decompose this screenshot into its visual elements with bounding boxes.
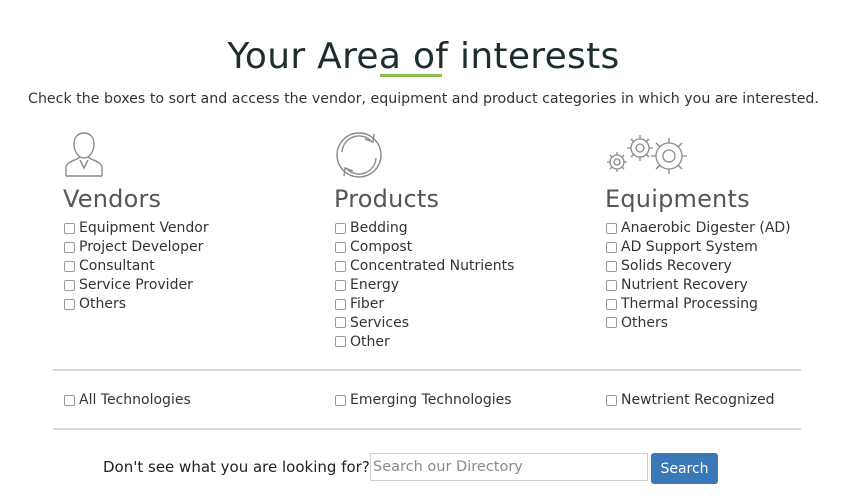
vendors-column: Vendors Equipment Vendor Project Develop… [63,130,323,313]
equipment-option[interactable]: Nutrient Recovery [605,276,847,295]
vendor-option[interactable]: Others [63,295,323,314]
option-label: Fiber [350,296,385,312]
option-label: Anaerobic Digester (AD) [621,220,791,237]
option-label: Newtrient Recognized [621,392,775,409]
products-heading: Products [334,185,440,213]
products-options: Bedding Compost Concentrated Nutrients E… [334,219,594,351]
checkbox[interactable] [64,222,75,234]
checkbox[interactable] [64,279,75,291]
checkbox[interactable] [335,241,346,253]
search-button[interactable]: Search [651,453,718,484]
search-input[interactable] [370,453,648,481]
checkbox[interactable] [335,298,346,310]
equipment-option[interactable]: AD Support System [605,238,847,257]
products-column: Products Bedding Compost Concentrated Nu… [334,130,594,351]
equipment-option[interactable]: Thermal Processing [605,295,847,314]
option-label: Concentrated Nutrients [350,258,515,275]
vendors-heading: Vendors [63,185,162,213]
option-label: AD Support System [621,239,758,256]
search-prompt: Don't see what you are looking for? [103,458,370,476]
option-label: Others [79,296,127,312]
product-option[interactable]: Other [334,332,594,351]
option-label: Equipment Vendor [79,220,209,237]
technology-option-all[interactable]: All Technologies [63,391,191,410]
equipment-option[interactable]: Others [605,313,847,332]
product-option[interactable]: Concentrated Nutrients [334,257,594,276]
equipments-options: Anaerobic Digester (AD) AD Support Syste… [605,219,847,332]
equipment-option[interactable]: Solids Recovery [605,257,847,276]
checkbox[interactable] [606,222,617,234]
option-label: Thermal Processing [621,296,758,312]
checkbox[interactable] [606,298,617,310]
checkbox[interactable] [335,394,346,406]
option-label: Nutrient Recovery [621,277,748,294]
checkbox[interactable] [335,336,346,348]
option-label: Compost [350,239,413,256]
product-option[interactable]: Energy [334,276,594,295]
checkbox[interactable] [64,394,75,406]
checkbox[interactable] [606,241,617,253]
checkbox[interactable] [606,260,617,272]
equipments-column: Equipments Anaerobic Digester (AD) AD Su… [605,130,847,332]
option-label: Energy [350,277,400,294]
option-label: All Technologies [79,392,191,409]
checkbox[interactable] [335,260,346,272]
page-title: Your Area of interests [227,36,620,78]
gears-icon [607,135,687,174]
title-underline [380,74,442,77]
checkbox[interactable] [64,298,75,310]
checkbox[interactable] [335,317,346,329]
vendors-options: Equipment Vendor Project Developer Consu… [63,219,323,313]
vendor-option[interactable]: Equipment Vendor [63,219,323,238]
option-label: Others [621,314,669,331]
checkbox[interactable] [335,222,346,234]
checkbox[interactable] [64,260,75,272]
vendor-option[interactable]: Project Developer [63,238,323,257]
checkbox[interactable] [606,279,617,291]
checkbox[interactable] [335,279,346,291]
technology-option-newtrient[interactable]: Newtrient Recognized [605,391,775,410]
divider [53,369,801,371]
option-label: Service Provider [79,277,193,294]
product-option[interactable]: Compost [334,238,594,257]
vendor-option[interactable]: Service Provider [63,276,323,295]
vendor-option[interactable]: Consultant [63,257,323,276]
option-label: Other [350,333,390,350]
person-icon [65,132,103,177]
option-label: Project Developer [79,239,204,256]
option-label: Consultant [79,258,155,275]
intro-text: Check the boxes to sort and access the v… [28,91,819,107]
equipments-heading: Equipments [605,185,750,213]
product-option[interactable]: Fiber [334,295,594,314]
product-option[interactable]: Bedding [334,219,594,238]
divider [53,428,801,430]
recycle-arrows-icon [336,132,382,178]
option-label: Emerging Technologies [350,392,512,409]
checkbox[interactable] [64,241,75,253]
product-option[interactable]: Services [334,313,594,332]
equipment-option[interactable]: Anaerobic Digester (AD) [605,219,847,238]
option-label: Bedding [350,220,408,237]
option-label: Solids Recovery [621,258,732,275]
technology-option-emerging[interactable]: Emerging Technologies [334,391,512,410]
checkbox[interactable] [606,317,617,329]
checkbox[interactable] [606,394,617,406]
option-label: Services [350,314,410,331]
